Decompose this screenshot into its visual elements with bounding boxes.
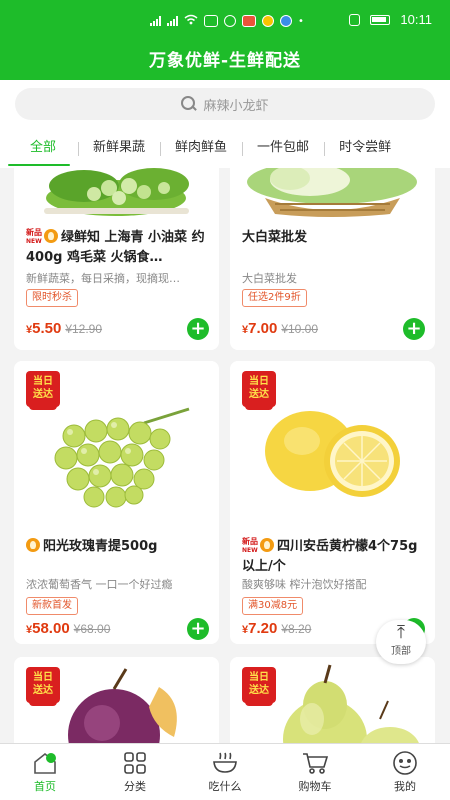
promo-tag: 限时秒杀 bbox=[26, 289, 78, 307]
add-to-cart-button[interactable]: + bbox=[187, 318, 209, 340]
nav-profile-label: 我的 bbox=[394, 780, 416, 793]
wechat-icon bbox=[204, 15, 218, 27]
price-row: ¥5.50 ¥12.90 bbox=[26, 320, 102, 338]
product-desc: 大白菜批发 bbox=[242, 272, 297, 285]
product-desc: 酸爽够味 榨汁泡饮好搭配 bbox=[242, 578, 367, 591]
arrow-up-icon: ⤒ bbox=[397, 622, 405, 643]
search-placeholder: 麻辣小龙虾 bbox=[203, 98, 269, 114]
product-image: 当日 送达 bbox=[230, 657, 435, 743]
product-image bbox=[14, 168, 219, 218]
status-left-icons: • bbox=[150, 14, 304, 28]
product-title: 阳光玫瑰青提500g bbox=[26, 537, 209, 557]
profile-icon bbox=[360, 750, 450, 776]
tab-meat-fish[interactable]: 鲜肉鲜鱼 bbox=[160, 130, 242, 168]
search-bar: 麻辣小龙虾 bbox=[0, 80, 450, 130]
product-card[interactable]: 大白菜批发 大白菜批发 任选2件9折 ¥7.00 ¥10.00 + bbox=[230, 168, 435, 350]
promo-tag: 满30减8元 bbox=[242, 597, 304, 615]
product-image: 当日 送达 bbox=[230, 361, 435, 526]
battery-icon bbox=[370, 14, 391, 25]
bottom-nav: 首页 分类 吃什么 购物车 我的 bbox=[0, 743, 450, 800]
product-card[interactable]: 当日 送达 bbox=[14, 657, 219, 743]
price-row: ¥7.20 ¥8.20 bbox=[242, 620, 311, 638]
product-title: 新品 NEW 绿鲜知 上海青 小油菜 约400g 鸡毛菜 火锅食… bbox=[26, 228, 209, 268]
nav-what-to-eat[interactable]: 吃什么 bbox=[180, 744, 270, 800]
back-to-top-button[interactable]: ⤒ 顶部 bbox=[376, 620, 426, 664]
nfc-icon bbox=[349, 13, 361, 26]
search-icon bbox=[181, 96, 197, 112]
nav-what-to-eat-label: 吃什么 bbox=[208, 780, 242, 793]
app-notification-icon bbox=[242, 15, 256, 27]
app-header: • 10:11 万象优鲜-生鲜配送 bbox=[0, 0, 450, 80]
price: ¥5.50 bbox=[26, 320, 62, 337]
product-card[interactable]: 当日 送达 新品 NEW 四川安岳黄柠檬4个75g以上/个 酸爽够味 榨汁泡饮好搭配 … bbox=[230, 361, 435, 644]
new-badge: 新品 NEW bbox=[26, 228, 42, 246]
old-price: ¥10.00 bbox=[281, 322, 319, 336]
nav-cart[interactable]: 购物车 bbox=[270, 744, 360, 800]
status-time: 10:11 bbox=[400, 12, 432, 27]
price: ¥7.20 bbox=[242, 620, 278, 637]
nav-home-label: 首页 bbox=[34, 780, 56, 793]
same-day-badge: 当日 送达 bbox=[26, 667, 60, 706]
search-input[interactable]: 麻辣小龙虾 bbox=[15, 88, 435, 120]
promo-tag: 新款首发 bbox=[26, 597, 78, 615]
emoji-icon bbox=[262, 15, 274, 27]
cart-icon bbox=[270, 750, 360, 776]
same-day-badge: 当日 送达 bbox=[242, 371, 276, 410]
nav-profile[interactable]: 我的 bbox=[360, 744, 450, 800]
old-price: ¥12.90 bbox=[65, 322, 103, 336]
home-icon bbox=[0, 750, 90, 776]
wifi-icon bbox=[184, 14, 198, 28]
alarm-icon bbox=[224, 15, 236, 27]
grid-icon bbox=[90, 750, 180, 776]
add-to-cart-button[interactable]: + bbox=[187, 618, 209, 640]
tab-free-shipping[interactable]: 一件包邮 bbox=[242, 130, 324, 168]
product-image: 当日 送达 bbox=[14, 657, 219, 743]
product-card[interactable]: 当日 送达 bbox=[230, 657, 435, 743]
status-bar: • 10:11 bbox=[0, 0, 450, 40]
nav-cart-label: 购物车 bbox=[298, 780, 332, 793]
add-to-cart-button[interactable]: + bbox=[403, 318, 425, 340]
app-title: 万象优鲜-生鲜配送 bbox=[148, 51, 302, 71]
product-title: 大白菜批发 bbox=[242, 230, 308, 245]
old-price: ¥8.20 bbox=[281, 622, 312, 636]
same-day-badge: 当日 送达 bbox=[26, 371, 60, 410]
signal-icon bbox=[150, 16, 161, 26]
hot-icon bbox=[44, 229, 58, 243]
old-price: ¥68.00 bbox=[73, 622, 111, 636]
price-row: ¥58.00 ¥68.00 bbox=[26, 620, 110, 638]
same-day-badge: 当日 送达 bbox=[242, 667, 276, 706]
promo-tag: 任选2件9折 bbox=[242, 289, 307, 307]
product-title: 新品 NEW 四川安岳黄柠檬4个75g以上/个 bbox=[242, 537, 425, 577]
bowl-icon bbox=[180, 750, 270, 776]
more-dots-icon: • bbox=[298, 15, 304, 27]
signal-icon-2 bbox=[167, 16, 178, 26]
product-title-text: 阳光玫瑰青提500g bbox=[43, 539, 158, 554]
tab-fresh-produce[interactable]: 新鲜果蔬 bbox=[78, 130, 160, 168]
category-tabs: 全部 新鲜果蔬 鲜肉鲜鱼 一件包邮 时令尝鲜 bbox=[0, 130, 450, 168]
product-image bbox=[230, 168, 435, 218]
product-desc: 新鲜蔬菜，每日采摘，现摘现… bbox=[26, 272, 180, 285]
product-desc: 浓浓葡萄香气 一口一个好过瘾 bbox=[26, 578, 173, 591]
tab-seasonal[interactable]: 时令尝鲜 bbox=[324, 130, 406, 168]
hot-icon bbox=[26, 538, 40, 552]
tab-all[interactable]: 全部 bbox=[0, 130, 78, 168]
product-card[interactable]: 新品 NEW 绿鲜知 上海青 小油菜 约400g 鸡毛菜 火锅食… 新鲜蔬菜，每日采… bbox=[14, 168, 219, 350]
price: ¥7.00 bbox=[242, 320, 278, 337]
hot-icon bbox=[260, 538, 274, 552]
product-image: 当日 送达 bbox=[14, 361, 219, 526]
product-card[interactable]: 当日 送达 阳光玫瑰青提500g 浓浓葡萄香气 一口一个好过瘾 新款首发 ¥58.… bbox=[14, 361, 219, 644]
nav-home[interactable]: 首页 bbox=[0, 744, 90, 800]
price: ¥58.00 bbox=[26, 620, 70, 637]
browser-icon bbox=[280, 15, 292, 27]
status-right: 10:11 bbox=[349, 12, 432, 27]
nav-category-label: 分类 bbox=[124, 780, 146, 793]
nav-category[interactable]: 分类 bbox=[90, 744, 180, 800]
new-badge: 新品 NEW bbox=[242, 537, 258, 555]
back-to-top-label: 顶部 bbox=[391, 646, 411, 657]
price-row: ¥7.00 ¥10.00 bbox=[242, 320, 318, 338]
